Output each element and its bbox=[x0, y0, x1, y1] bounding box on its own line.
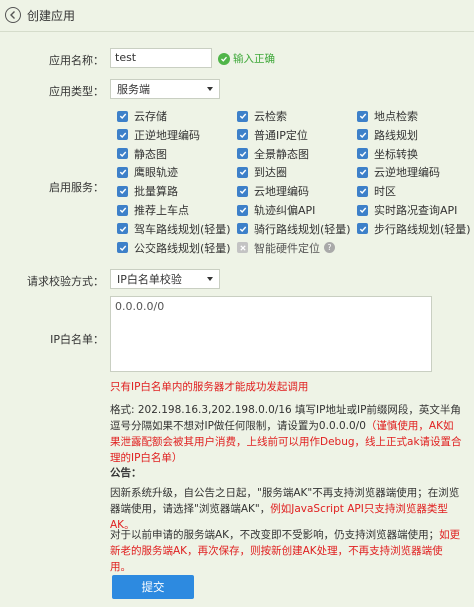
checkbox-checked-icon[interactable] bbox=[237, 204, 248, 216]
service-item[interactable]: 批量算路 bbox=[117, 183, 178, 199]
format-hint: 格式: 202.198.16.3,202.198.0.0/16 填写IP地址或I… bbox=[110, 402, 462, 466]
checkbox-checked-icon[interactable] bbox=[237, 223, 248, 235]
service-item[interactable]: 云逆地理编码 bbox=[357, 164, 440, 180]
service-label: 云检索 bbox=[254, 110, 287, 123]
checkbox-checked-icon[interactable] bbox=[117, 166, 128, 178]
service-label: 正逆地理编码 bbox=[134, 128, 200, 142]
service-label: 普通IP定位 bbox=[254, 128, 308, 142]
service-label: 公交路线规划(轻量) bbox=[134, 241, 231, 255]
service-label: 静态图 bbox=[134, 147, 167, 161]
checkbox-checked-icon[interactable] bbox=[357, 223, 368, 235]
verify-method-label: 请求校验方式： bbox=[27, 275, 104, 288]
service-item[interactable]: 云存储 bbox=[117, 108, 167, 124]
back-arrow-icon[interactable] bbox=[5, 7, 21, 23]
checkbox-checked-icon[interactable] bbox=[237, 129, 248, 141]
service-item[interactable]: 智能硬件定位? bbox=[237, 240, 335, 256]
checkbox-checked-icon[interactable] bbox=[117, 185, 128, 197]
service-label: 全景静态图 bbox=[254, 147, 309, 161]
app-name-label: 应用名称： bbox=[49, 54, 104, 67]
checkbox-checked-icon[interactable] bbox=[357, 185, 368, 197]
check-circle-icon bbox=[218, 52, 230, 65]
ip-whitelist-label: IP白名单： bbox=[50, 333, 104, 346]
service-item[interactable]: 实时路况查询API bbox=[357, 202, 457, 218]
checkbox-checked-icon[interactable] bbox=[357, 204, 368, 216]
app-type-value: 服务端 bbox=[117, 83, 150, 96]
app-name-valid-text: 输入正确 bbox=[233, 53, 275, 65]
app-type-label: 应用类型： bbox=[49, 85, 104, 98]
checkbox-checked-icon[interactable] bbox=[237, 185, 248, 197]
notice-paragraph-2: 对于以前申请的服务端AK，不改变即不受影响，仍支持浏览器端使用；如更新老的服务端… bbox=[110, 527, 462, 575]
service-item[interactable]: 驾车路线规划(轻量) bbox=[117, 221, 231, 237]
checkbox-checked-icon[interactable] bbox=[357, 148, 368, 160]
verify-method-value: IP白名单校验 bbox=[117, 273, 182, 286]
service-item[interactable]: 全景静态图 bbox=[237, 146, 309, 162]
service-label: 云逆地理编码 bbox=[374, 166, 440, 180]
service-label: 到达圈 bbox=[254, 166, 287, 180]
notice-text-2: 对于以前申请的服务端AK，不改变即不受影响，仍支持浏览器端使用； bbox=[110, 529, 440, 541]
service-label: 实时路况查询API bbox=[374, 204, 458, 217]
service-item[interactable]: 云地理编码 bbox=[237, 183, 309, 199]
service-item[interactable]: 鹰眼轨迹 bbox=[117, 164, 178, 180]
service-item[interactable]: 正逆地理编码 bbox=[117, 127, 200, 143]
dropdown-arrow-icon bbox=[207, 87, 213, 91]
submit-button[interactable]: 提交 bbox=[112, 575, 194, 599]
checkbox-checked-icon[interactable] bbox=[357, 110, 368, 122]
app-name-input[interactable]: test bbox=[110, 48, 212, 68]
page-title: 创建应用 bbox=[27, 8, 76, 23]
checkbox-disabled-icon[interactable] bbox=[237, 242, 248, 254]
service-label: 驾车路线规划(轻量) bbox=[134, 222, 231, 236]
dropdown-arrow-icon bbox=[207, 277, 213, 281]
service-label: 地点检索 bbox=[374, 110, 418, 123]
checkbox-checked-icon[interactable] bbox=[237, 166, 248, 178]
page-header: 创建应用 bbox=[0, 0, 474, 30]
notice-paragraph-1: 因新系统升级，自公告之日起，"服务端AK"不再支持浏览器端使用；在浏览器端使用，… bbox=[110, 485, 462, 533]
service-label: 步行路线规划(轻量) bbox=[374, 222, 471, 236]
service-item[interactable]: 静态图 bbox=[117, 146, 167, 162]
service-label: 云存储 bbox=[134, 110, 167, 123]
service-item[interactable]: 普通IP定位 bbox=[237, 127, 308, 143]
service-label: 路线规划 bbox=[374, 128, 418, 142]
service-item[interactable]: 路线规划 bbox=[357, 127, 418, 143]
checkbox-checked-icon[interactable] bbox=[117, 204, 128, 216]
service-item[interactable]: 云检索 bbox=[237, 108, 287, 124]
ip-whitelist-textarea[interactable]: 0.0.0.0/0 bbox=[110, 296, 432, 372]
service-label: 鹰眼轨迹 bbox=[134, 166, 178, 180]
service-label: 推荐上车点 bbox=[134, 204, 189, 217]
checkbox-checked-icon[interactable] bbox=[117, 110, 128, 122]
checkbox-checked-icon[interactable] bbox=[357, 166, 368, 178]
services-label: 启用服务： bbox=[49, 181, 104, 194]
service-item[interactable]: 时区 bbox=[357, 183, 396, 199]
service-item[interactable]: 坐标转换 bbox=[357, 146, 418, 162]
service-label: 坐标转换 bbox=[374, 147, 418, 161]
checkbox-checked-icon[interactable] bbox=[357, 129, 368, 141]
checkbox-checked-icon[interactable] bbox=[117, 148, 128, 160]
app-type-select[interactable]: 服务端 bbox=[110, 79, 220, 99]
checkbox-checked-icon[interactable] bbox=[117, 129, 128, 141]
service-item[interactable]: 推荐上车点 bbox=[117, 202, 189, 218]
service-label: 智能硬件定位 bbox=[254, 241, 320, 255]
checkbox-checked-icon[interactable] bbox=[237, 148, 248, 160]
service-label: 骑行路线规划(轻量) bbox=[254, 222, 351, 236]
checkbox-checked-icon[interactable] bbox=[237, 110, 248, 122]
service-label: 时区 bbox=[374, 185, 396, 199]
service-item[interactable]: 地点检索 bbox=[357, 108, 418, 124]
service-item[interactable]: 到达圈 bbox=[237, 164, 287, 180]
service-item[interactable]: 轨迹纠偏API bbox=[237, 202, 315, 218]
notice-title: 公告： bbox=[110, 467, 142, 479]
header-divider bbox=[0, 31, 474, 32]
checkbox-checked-icon[interactable] bbox=[117, 223, 128, 235]
verify-method-select[interactable]: IP白名单校验 bbox=[110, 269, 220, 289]
service-item[interactable]: 骑行路线规划(轻量) bbox=[237, 221, 351, 237]
service-item[interactable]: 公交路线规划(轻量) bbox=[117, 240, 231, 256]
service-item[interactable]: 步行路线规划(轻量) bbox=[357, 221, 471, 237]
service-label: 批量算路 bbox=[134, 185, 178, 199]
service-label: 云地理编码 bbox=[254, 185, 309, 199]
app-name-valid-badge: 输入正确 bbox=[218, 51, 275, 66]
help-icon[interactable]: ? bbox=[324, 242, 335, 254]
checkbox-checked-icon[interactable] bbox=[117, 242, 128, 254]
service-label: 轨迹纠偏API bbox=[254, 204, 316, 217]
ip-warning: 只有IP白名单内的服务器才能成功发起调用 bbox=[110, 381, 309, 393]
